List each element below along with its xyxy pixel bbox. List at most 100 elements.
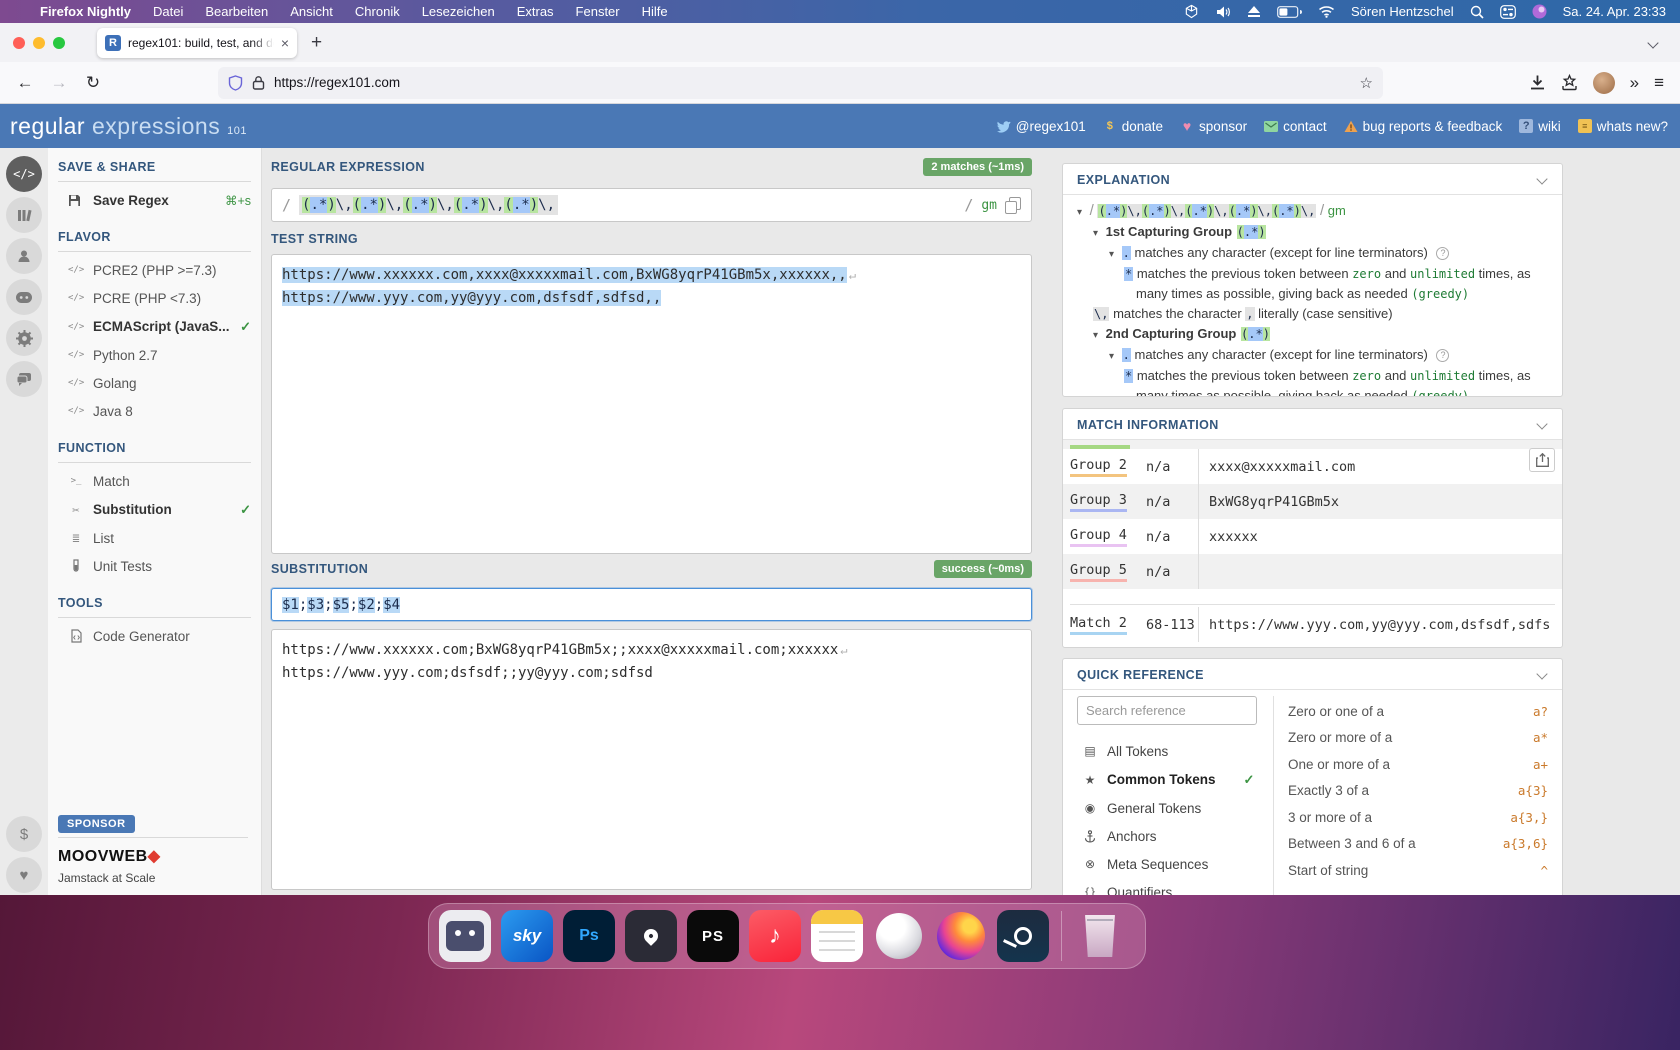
spotlight-search-icon[interactable] — [1470, 5, 1484, 19]
collapse-chevron-icon[interactable] — [1536, 419, 1548, 431]
dock-icon-firefox-nightly[interactable] — [935, 910, 987, 962]
volume-icon[interactable] — [1215, 5, 1231, 19]
url-text[interactable]: https://regex101.com — [274, 75, 1351, 90]
minimize-window-button[interactable] — [33, 37, 45, 49]
menu-chronik[interactable]: Chronik — [355, 4, 400, 19]
sponsor-heart-icon[interactable]: ♥ — [6, 857, 42, 893]
browser-tab[interactable]: R regex101: build, test, and debug × — [97, 28, 297, 58]
ref-entry[interactable]: Zero or more of a a* — [1288, 725, 1548, 752]
link-contact[interactable]: contact — [1264, 119, 1327, 134]
link-bug-reports[interactable]: bug reports & feedback — [1344, 119, 1503, 134]
category-anchors[interactable]: Anchors — [1077, 822, 1273, 850]
flavor-pcre2[interactable]: </> PCRE2 (PHP >=7.3) — [58, 256, 251, 284]
battery-icon[interactable] — [1277, 6, 1302, 18]
expander-icon[interactable]: ▾ — [1109, 249, 1114, 260]
tracking-shield-icon[interactable] — [228, 75, 243, 91]
flavor-golang[interactable]: </> Golang — [58, 369, 251, 397]
package-status-icon[interactable] — [1184, 4, 1199, 19]
menu-extras[interactable]: Extras — [517, 4, 554, 19]
back-button[interactable]: ← — [10, 73, 40, 93]
group2-heading[interactable]: ▾ 2nd Capturing Group (.*) — [1077, 324, 1548, 345]
downloads-icon[interactable] — [1529, 74, 1546, 91]
collapse-chevron-icon[interactable] — [1536, 669, 1548, 681]
export-matches-button[interactable] — [1529, 448, 1555, 472]
expander-icon[interactable]: ▾ — [1093, 228, 1098, 239]
dock-icon-sky[interactable]: sky — [501, 910, 553, 962]
regex-flags[interactable]: gm — [981, 198, 997, 213]
menu-ansicht[interactable]: Ansicht — [290, 4, 333, 19]
expander-icon[interactable]: ▾ — [1093, 330, 1098, 341]
dot-explanation[interactable]: ▾ . matches any character (except for li… — [1077, 345, 1548, 366]
menu-bearbeiten[interactable]: Bearbeiten — [205, 4, 268, 19]
delimiter-copy-icon[interactable] — [1005, 197, 1021, 213]
search-reference-input[interactable] — [1077, 696, 1257, 725]
expander-icon[interactable]: ▾ — [1109, 351, 1114, 362]
wifi-icon[interactable] — [1318, 5, 1335, 18]
flavor-java[interactable]: </> Java 8 — [58, 397, 251, 425]
menu-fenster[interactable]: Fenster — [576, 4, 620, 19]
regex-input[interactable]: / (.*)\,(.*)\,(.*)\,(.*)\,(.*)\, / gm — [271, 188, 1032, 222]
explanation-regex-line[interactable]: ▾ / (.*)\,(.*)\,(.*)\,(.*)\,(.*)\, / gm — [1077, 201, 1548, 222]
link-whats-new[interactable]: ≡ whats new? — [1578, 119, 1668, 134]
menu-hilfe[interactable]: Hilfe — [642, 4, 668, 19]
dock-icon-assistant[interactable] — [439, 910, 491, 962]
zoom-window-button[interactable] — [53, 37, 65, 49]
dock-icon-trash[interactable] — [1074, 910, 1126, 962]
category-common-tokens[interactable]: ★ Common Tokens ✓ — [1077, 765, 1273, 794]
help-icon[interactable]: ? — [1436, 349, 1449, 362]
dock-icon-music[interactable]: ♪ — [749, 910, 801, 962]
help-icon[interactable]: ? — [1436, 247, 1449, 260]
firefox-status-icon[interactable] — [1532, 4, 1547, 19]
dock-icon-steam[interactable] — [997, 910, 1049, 962]
flavor-pcre[interactable]: </> PCRE (PHP <7.3) — [58, 284, 251, 312]
regex-editor-icon[interactable]: </> — [6, 156, 42, 192]
control-center-icon[interactable] — [1500, 5, 1516, 19]
discord-icon[interactable] — [6, 279, 42, 315]
ref-entry[interactable]: Exactly 3 of a a{3} — [1288, 778, 1548, 805]
settings-gear-icon[interactable] — [6, 320, 42, 356]
chat-icon[interactable] — [6, 361, 42, 397]
link-twitter[interactable]: @regex101 — [996, 119, 1086, 134]
function-list[interactable]: ≣ List — [58, 524, 251, 552]
test-string-textarea[interactable]: https://www.xxxxxx.com,xxxx@xxxxxmail.co… — [271, 254, 1032, 554]
flavor-ecmascript[interactable]: </> ECMAScript (JavaS... ✓ — [58, 312, 251, 341]
flavor-python[interactable]: </> Python 2.7 — [58, 341, 251, 369]
link-sponsor[interactable]: ♥ sponsor — [1180, 119, 1247, 134]
url-bar[interactable]: https://regex101.com ☆ — [218, 67, 1383, 99]
lock-icon[interactable] — [252, 75, 265, 90]
link-donate[interactable]: $ donate — [1103, 119, 1163, 134]
expander-icon[interactable]: ▾ — [1077, 207, 1082, 218]
sponsor-logo[interactable]: MOOVWEB◆ — [58, 846, 248, 866]
regex-pattern[interactable]: (.*)\,(.*)\,(.*)\,(.*)\,(.*)\, — [299, 195, 558, 215]
category-meta-sequences[interactable]: ⊗ Meta Sequences — [1077, 850, 1273, 878]
library-icon[interactable] — [6, 197, 42, 233]
account-avatar[interactable] — [1593, 72, 1615, 94]
dot-explanation[interactable]: ▾ . matches any character (except for li… — [1077, 243, 1548, 264]
dock-icon-photoshop[interactable]: Ps — [563, 910, 615, 962]
collapse-chevron-icon[interactable] — [1536, 174, 1548, 186]
new-tab-button[interactable]: + — [311, 32, 322, 54]
group1-heading[interactable]: ▾ 1st Capturing Group (.*) — [1077, 222, 1548, 243]
save-to-collection-icon[interactable] — [1561, 74, 1578, 91]
list-all-tabs-icon[interactable] — [1648, 38, 1658, 48]
account-icon[interactable] — [6, 238, 42, 274]
menubar-username[interactable]: Sören Hentzschel — [1351, 4, 1454, 19]
category-all-tokens[interactable]: ▤ All Tokens — [1077, 737, 1273, 765]
dock-icon-ps-black[interactable]: PS — [687, 910, 739, 962]
menu-app-name[interactable]: Firefox Nightly — [40, 4, 131, 19]
tool-code-generator[interactable]: Code Generator — [58, 622, 251, 650]
close-window-button[interactable] — [13, 37, 25, 49]
function-substitution[interactable]: ✂ Substitution ✓ — [58, 495, 251, 524]
ref-entry[interactable]: One or more of a a+ — [1288, 751, 1548, 778]
menu-datei[interactable]: Datei — [153, 4, 183, 19]
menu-lesezeichen[interactable]: Lesezeichen — [422, 4, 495, 19]
dock-icon-maps[interactable] — [625, 910, 677, 962]
ref-entry[interactable]: Between 3 and 6 of a a{3,6} — [1288, 831, 1548, 858]
bookmark-star-icon[interactable]: ☆ — [1360, 74, 1373, 92]
ref-entry[interactable]: Zero or one of a a? — [1288, 698, 1548, 725]
tab-close-icon[interactable]: × — [281, 35, 289, 51]
ref-entry[interactable]: 3 or more of a a{3,} — [1288, 804, 1548, 831]
function-match[interactable]: >_ Match — [58, 467, 251, 495]
category-quantifiers[interactable]: {} Quantifiers — [1077, 878, 1273, 895]
eject-icon[interactable] — [1247, 5, 1261, 18]
